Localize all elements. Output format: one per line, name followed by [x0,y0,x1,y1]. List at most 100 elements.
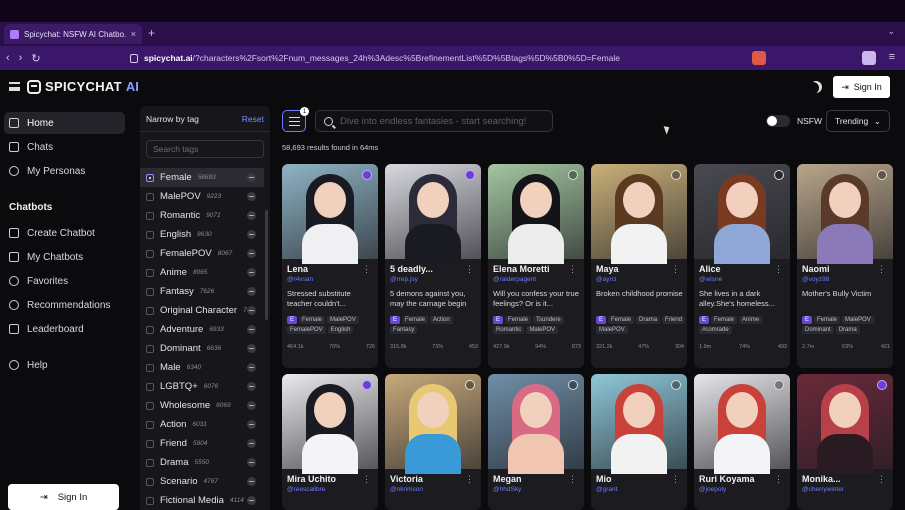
character-card[interactable]: Megan ⋮ @hhdSky [488,374,584,510]
more-options-icon[interactable]: ⋮ [362,264,371,275]
logo[interactable]: SPICYCHAT AI [27,79,139,94]
tag-checkbox[interactable] [146,192,154,201]
sidebar-item-help[interactable]: Help [4,354,125,376]
more-options-icon[interactable]: ⋮ [465,474,474,485]
creator-handle[interactable]: @ayrci [596,276,616,283]
exclude-tag-icon[interactable] [247,268,256,277]
sidebar-item-favorites[interactable]: Favorites [4,270,125,292]
tag-filter-item[interactable]: English 8630 [140,225,264,244]
character-avatar-image[interactable] [591,164,687,264]
info-icon[interactable] [877,380,887,390]
info-icon[interactable] [362,170,372,180]
character-tag[interactable]: Tsundere [533,316,564,324]
sort-dropdown[interactable]: Trending ⌄ [826,110,890,132]
reset-tags-button[interactable]: Reset [242,114,264,124]
reload-icon[interactable]: ↻ [31,52,40,65]
character-card[interactable]: Monika... ⋮ @cherrywinter [797,374,893,510]
exclude-tag-icon[interactable] [247,173,256,182]
character-card[interactable]: Victoria ⋮ @nkrimson [385,374,481,510]
tab-list-chevron-icon[interactable]: ⌄ [887,26,895,37]
character-tag[interactable]: Action [430,316,453,324]
character-avatar-image[interactable] [591,374,687,474]
character-card[interactable]: Lena ⋮ @r4vsan Stressed substitute teacher … [282,164,378,368]
more-options-icon[interactable]: ⋮ [671,264,680,275]
creator-handle[interactable]: @cherrywinter [802,486,844,493]
info-icon[interactable] [671,170,681,180]
tag-checkbox[interactable] [146,230,154,239]
tag-checkbox[interactable] [146,439,154,448]
tag-checkbox[interactable] [146,344,154,353]
character-tag[interactable]: Female [402,316,429,324]
character-tag[interactable]: Female [608,316,635,324]
tag-filter-item[interactable]: Action 6031 [140,415,264,434]
tag-checkbox[interactable] [146,496,154,505]
exclude-tag-icon[interactable] [247,249,256,258]
character-card[interactable]: 5 deadly... ⋮ @rrep.jsy 5 demons against yo… [385,164,481,368]
exclude-tag-icon[interactable] [247,401,256,410]
tag-checkbox[interactable] [146,211,154,220]
sidebar-item-home[interactable]: Home [4,112,125,134]
character-avatar-image[interactable] [385,164,481,264]
exclude-tag-icon[interactable] [247,230,256,239]
more-options-icon[interactable]: ⋮ [362,474,371,485]
character-tag[interactable]: English [327,326,354,334]
back-arrow-icon[interactable]: ‹ [6,52,10,64]
forward-arrow-icon[interactable]: › [19,52,23,64]
character-card[interactable]: Mio ⋮ @grant [591,374,687,510]
tag-filter-item[interactable]: Fictional Media 4114 [140,491,264,510]
exclude-tag-icon[interactable] [247,477,256,486]
exclude-tag-icon[interactable] [247,192,256,201]
header-signin-button[interactable]: ⇥ Sign In [833,76,890,98]
tag-filter-item[interactable]: Dominant 6636 [140,339,264,358]
info-icon[interactable] [568,380,578,390]
character-tag[interactable]: Female [711,316,738,324]
creator-handle[interactable]: @r4vsan [287,276,313,283]
tag-filter-item[interactable]: Drama 5550 [140,453,264,472]
more-options-icon[interactable]: ⋮ [774,474,783,485]
character-tag[interactable]: MalePOV [596,326,628,334]
extension-icon[interactable] [752,51,766,65]
new-tab-button[interactable]: + [148,26,155,40]
character-card[interactable]: Elena Moretti ⋮ @raiderpagent Will you conf… [488,164,584,368]
character-avatar-image[interactable] [488,164,584,264]
info-icon[interactable] [774,170,784,180]
more-options-icon[interactable]: ⋮ [877,264,886,275]
tag-filter-item[interactable]: Original Character7... [140,301,264,320]
tag-filter-item[interactable]: Friend 5904 [140,434,264,453]
character-search-input[interactable]: Dive into endless fantasies - start sear… [315,110,553,132]
profile-icon[interactable] [862,51,876,65]
browser-menu-icon[interactable]: ≡ [889,51,895,63]
tab-close-icon[interactable]: × [131,29,136,39]
creator-handle[interactable]: @joepoly [699,486,726,493]
character-avatar-image[interactable] [282,164,378,264]
character-tag[interactable]: Dominant [802,326,834,334]
info-icon[interactable] [362,380,372,390]
character-avatar-image[interactable] [385,374,481,474]
tag-filter-item[interactable]: Male 6340 [140,358,264,377]
sidebar-item-create-chatbot[interactable]: Create Chatbot [4,222,125,244]
character-avatar-image[interactable] [694,374,790,474]
character-avatar-image[interactable] [488,374,584,474]
tag-checkbox[interactable] [146,420,154,429]
tag-list-scrollbar[interactable] [265,210,268,320]
creator-handle[interactable]: @nkrimson [390,486,423,493]
tag-filter-item[interactable]: Female 58693 [140,168,264,187]
sidebar-item-recommendations[interactable]: Recommendations [4,294,125,316]
character-avatar-image[interactable] [797,164,893,264]
character-tag[interactable]: Female [505,316,532,324]
creator-handle[interactable]: @wlsne [699,276,722,283]
creator-handle[interactable]: @reescalibre [287,486,325,493]
info-icon[interactable] [568,170,578,180]
tag-filter-item[interactable]: Adventure 6933 [140,320,264,339]
exclude-tag-icon[interactable] [247,211,256,220]
exclude-tag-icon[interactable] [247,287,256,296]
more-options-icon[interactable]: ⋮ [774,264,783,275]
exclude-tag-icon[interactable] [247,496,256,505]
tag-filter-item[interactable]: FemalePOV 8067 [140,244,264,263]
nsfw-toggle[interactable] [766,115,790,127]
character-card[interactable]: Mira Uchito ⋮ @reescalibre [282,374,378,510]
more-options-icon[interactable]: ⋮ [568,474,577,485]
creator-handle[interactable]: @voyz98 [802,276,829,283]
creator-handle[interactable]: @raiderpagent [493,276,536,283]
sidebar-item-my-personas[interactable]: My Personas [4,160,125,182]
